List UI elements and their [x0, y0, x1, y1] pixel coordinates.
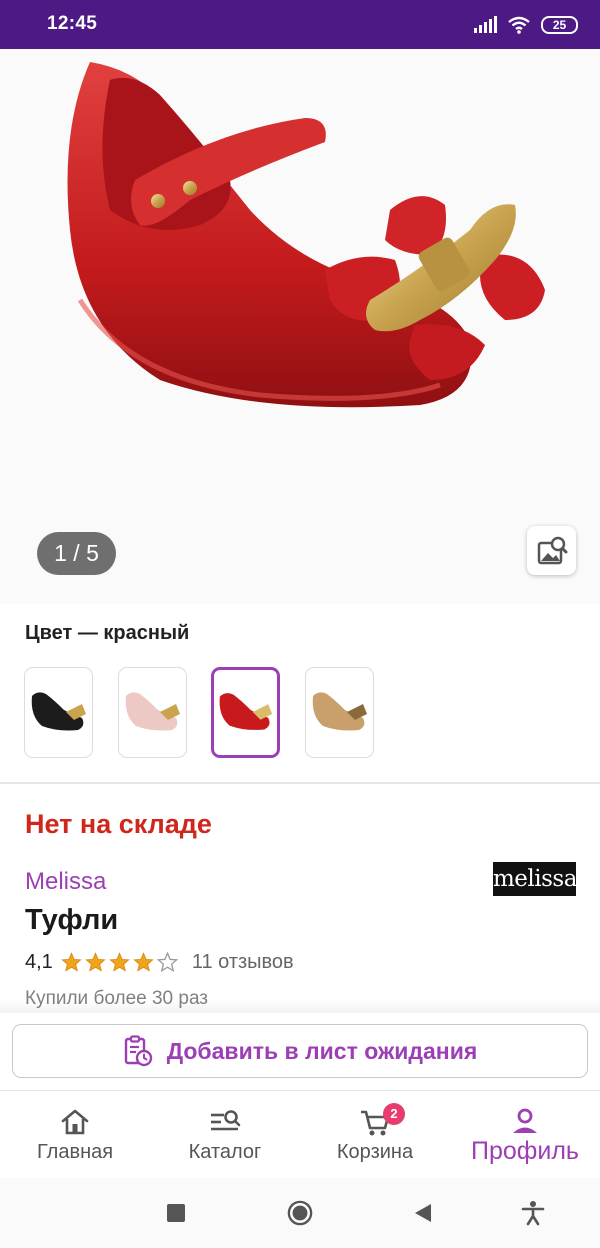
- status-bar: 12:45 25: [0, 0, 600, 49]
- image-search-icon: [537, 536, 567, 564]
- stock-status: Нет на складе: [25, 809, 212, 839]
- nav-item-profile[interactable]: Профиль: [450, 1091, 600, 1177]
- battery-icon: 25: [541, 16, 578, 34]
- accessibility-button[interactable]: [520, 1200, 546, 1226]
- system-navigation-bar: [0, 1178, 600, 1248]
- status-time: 12:45: [47, 13, 98, 34]
- catalog-search-icon: [211, 1110, 241, 1131]
- nav-item-home[interactable]: Главная: [0, 1091, 150, 1177]
- cart-count-badge: 2: [383, 1103, 405, 1125]
- product-image: [67, 62, 545, 408]
- product-title: Туфли: [25, 904, 119, 936]
- back-button[interactable]: [410, 1200, 436, 1226]
- star-filled-icon: [85, 952, 106, 972]
- color-swatch-pink[interactable]: [118, 667, 187, 758]
- home-button[interactable]: [287, 1200, 313, 1226]
- image-search-button[interactable]: [527, 526, 576, 575]
- star-empty-icon: [156, 952, 178, 972]
- shoe-thumbnail: [312, 691, 367, 730]
- recents-square-icon: [167, 1204, 185, 1222]
- home-icon: [61, 1109, 89, 1135]
- shoe-thumbnail: [31, 691, 86, 730]
- reviews-link[interactable]: 11 отзывов: [192, 951, 294, 974]
- back-triangle-icon: [415, 1204, 431, 1222]
- color-swatch-red[interactable]: [211, 667, 280, 758]
- nav-label-profile: Профиль: [471, 1137, 579, 1165]
- shoe-thumbnail: [125, 691, 180, 730]
- gallery-counter: 1 / 5: [37, 532, 116, 575]
- nav-item-cart[interactable]: 2 Корзина: [300, 1091, 450, 1177]
- add-to-waitlist-button[interactable]: Добавить в лист ожидания: [12, 1024, 588, 1078]
- rating-row[interactable]: 4,1 11 отзывов: [25, 950, 294, 974]
- star-filled-icon: [61, 952, 82, 972]
- nav-item-catalog[interactable]: Каталог: [150, 1091, 300, 1177]
- brand-link[interactable]: Melissa: [25, 868, 106, 896]
- status-icons: 25: [473, 13, 578, 37]
- rating-stars: [61, 952, 178, 972]
- nav-label-home: Главная: [36, 1141, 114, 1163]
- signal-icon: [474, 16, 497, 33]
- product-image-gallery[interactable]: 1 / 5: [0, 49, 600, 604]
- recents-button[interactable]: [163, 1200, 189, 1226]
- add-to-waitlist-label: Добавить в лист ожидания: [166, 1037, 478, 1064]
- nav-label-catalog: Каталог: [188, 1141, 262, 1163]
- color-swatch-black[interactable]: [24, 667, 93, 758]
- nav-label-cart: Корзина: [336, 1141, 414, 1163]
- brand-logo[interactable]: melissa: [493, 862, 577, 896]
- section-divider: [0, 782, 600, 784]
- clipboard-clock-icon: [124, 1035, 152, 1067]
- accessibility-icon: [521, 1201, 545, 1226]
- shoe-thumbnail: [219, 692, 272, 730]
- star-filled-icon: [109, 952, 130, 972]
- home-circle-icon: [287, 1200, 313, 1226]
- wifi-icon: [508, 16, 530, 34]
- profile-icon: [513, 1108, 537, 1133]
- bottom-navigation: Главная Каталог 2 Корзина Профиль: [0, 1090, 600, 1178]
- scroll-fade: [0, 1000, 600, 1014]
- color-label: Цвет — красный: [25, 622, 190, 644]
- star-filled-icon: [133, 952, 154, 972]
- color-swatch-gold[interactable]: [305, 667, 374, 758]
- rating-value: 4,1: [25, 950, 53, 973]
